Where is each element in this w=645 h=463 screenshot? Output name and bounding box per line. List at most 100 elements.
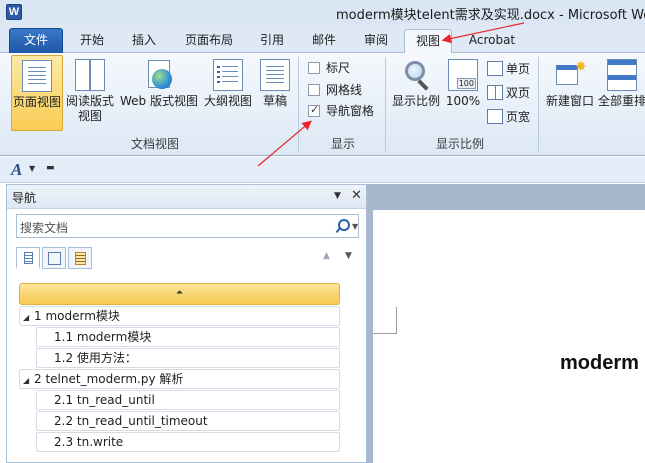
magnifier-icon bbox=[401, 59, 431, 91]
search-input[interactable]: 搜索文档 bbox=[20, 219, 68, 236]
heading-item[interactable]: 2.1 tn_read_until bbox=[36, 390, 340, 410]
heading-item[interactable]: ◢ 2 telnet_moderm.py 解析 bbox=[19, 369, 340, 389]
nav-pane-header: 导航 ▼ ✕ bbox=[7, 185, 366, 209]
title-bar: W moderm模块telent需求及实现.docx - Microsoft W… bbox=[0, 0, 645, 24]
heading-item[interactable]: 1.2 使用方法： bbox=[36, 348, 340, 368]
ribbon-tab-row: 文件 开始 插入 页面布局 引用 邮件 审阅 视图 Acrobat bbox=[0, 24, 645, 54]
web-layout-icon bbox=[144, 59, 174, 91]
zoom-100-button[interactable]: 100 100% bbox=[444, 55, 482, 131]
new-window-icon: ✸ bbox=[555, 59, 587, 91]
tab-references[interactable]: 引用 bbox=[252, 29, 292, 53]
tab-file[interactable]: 文件 bbox=[9, 28, 63, 53]
outline-view-button[interactable]: 大纲视图 bbox=[202, 55, 254, 131]
tab-home[interactable]: 开始 bbox=[72, 29, 112, 53]
draft-view-button[interactable]: 草稿 bbox=[256, 55, 294, 131]
gridlines-check-box[interactable] bbox=[308, 84, 320, 96]
zoom-100-icon: 100 bbox=[448, 59, 478, 91]
chevron-down-icon[interactable]: ▼ bbox=[334, 191, 341, 201]
two-pages-icon bbox=[487, 85, 503, 100]
heading-text: 1.2 使用方法： bbox=[54, 351, 137, 365]
ruler-checkbox[interactable]: 标尺 bbox=[308, 59, 350, 75]
heading-text: 1.1 moderm模块 bbox=[54, 330, 152, 344]
tab-view[interactable]: 视图 bbox=[404, 29, 452, 54]
font-style-icon[interactable]: A bbox=[11, 160, 22, 180]
document-heading[interactable]: moderm bbox=[560, 352, 639, 375]
chevron-down-icon[interactable]: ▼ bbox=[352, 222, 358, 231]
arrange-all-icon bbox=[607, 59, 637, 91]
chevron-down-icon[interactable]: ▼ bbox=[29, 164, 35, 173]
group-separator bbox=[385, 57, 386, 152]
page-width-button[interactable]: 页宽 bbox=[487, 108, 530, 126]
heading-text: 1 moderm模块 bbox=[34, 309, 120, 323]
arrange-all-button[interactable]: 全部重排 bbox=[598, 55, 645, 131]
heading-item[interactable]: 1.1 moderm模块 bbox=[36, 327, 340, 347]
margin-marker bbox=[396, 307, 397, 334]
new-window-button[interactable]: ✸ 新建窗口 bbox=[543, 55, 597, 131]
arrange-all-label: 全部重排 bbox=[598, 94, 645, 108]
outline-view-icon bbox=[213, 59, 243, 91]
word-app-icon[interactable]: W bbox=[6, 4, 22, 20]
heading-item[interactable]: 2.2 tn_read_until_timeout bbox=[36, 411, 340, 431]
two-pages-label: 双页 bbox=[506, 86, 531, 100]
tab-browse-results[interactable] bbox=[68, 247, 92, 269]
outline-view-label: 大纲视图 bbox=[203, 94, 252, 108]
full-screen-reading-button[interactable]: 阅读版式 视图 bbox=[64, 55, 116, 131]
navigation-pane: 导航 ▼ ✕ 搜索文档 ▼ ▲ ▼ ⏶ ◢ 1 moderm模块 1.1 mode… bbox=[6, 184, 367, 463]
expanded-triangle-icon[interactable]: ◢ bbox=[20, 372, 34, 390]
tab-browse-pages[interactable] bbox=[42, 247, 66, 269]
collapse-up-icon: ⏶ bbox=[175, 288, 184, 298]
zoom-button[interactable]: 显示比例 bbox=[390, 55, 442, 131]
web-layout-button[interactable]: Web 版式视图 bbox=[118, 55, 200, 131]
expanded-triangle-icon[interactable]: ◢ bbox=[20, 309, 34, 327]
tab-review[interactable]: 审阅 bbox=[356, 29, 396, 53]
navigation-pane-check-box[interactable] bbox=[308, 103, 320, 117]
search-icon[interactable] bbox=[335, 218, 350, 232]
gridlines-label: 网格线 bbox=[326, 83, 363, 97]
tab-page-layout[interactable]: 页面布局 bbox=[178, 29, 240, 53]
group-label-zoom: 显示比例 bbox=[435, 137, 484, 151]
group-label-show: 显示 bbox=[330, 137, 355, 151]
page-width-label: 页宽 bbox=[506, 110, 531, 124]
new-window-label: 新建窗口 bbox=[545, 94, 594, 108]
heading-text: 2.1 tn_read_until bbox=[54, 393, 155, 407]
group-separator bbox=[538, 57, 539, 152]
navigation-pane-checkbox[interactable]: 导航窗格 bbox=[308, 102, 374, 118]
one-page-icon bbox=[487, 61, 503, 76]
previous-heading-icon[interactable]: ▲ bbox=[323, 251, 330, 261]
reading-view-label: 阅读版式 视图 bbox=[65, 94, 114, 123]
tab-mailings[interactable]: 邮件 bbox=[304, 29, 344, 53]
heading-text: 2 telnet_moderm.py 解析 bbox=[34, 372, 184, 386]
one-page-button[interactable]: 单页 bbox=[487, 60, 530, 78]
nav-search-field[interactable]: 搜索文档 ▼ bbox=[16, 214, 359, 238]
ruler-label: 标尺 bbox=[326, 61, 351, 75]
navigation-pane-label: 导航窗格 bbox=[326, 104, 375, 118]
ribbon-view: 页面视图 阅读版式 视图 Web 版式视图 大纲视图 草稿 文档视图 标尺 网格… bbox=[0, 53, 645, 156]
customize-toolbar-icon[interactable]: ▬ bbox=[46, 163, 55, 173]
two-pages-button[interactable]: 双页 bbox=[487, 84, 530, 102]
heading-text: 2.2 tn_read_until_timeout bbox=[54, 414, 208, 428]
quick-access-toolbar: A ▼ ▬ bbox=[0, 157, 645, 183]
print-layout-button[interactable]: 页面视图 bbox=[11, 55, 63, 131]
ruler-check-box[interactable] bbox=[308, 62, 320, 74]
zoom-label: 显示比例 bbox=[391, 94, 440, 108]
gridlines-checkbox[interactable]: 网格线 bbox=[308, 81, 362, 97]
group-separator bbox=[298, 57, 299, 152]
page-width-icon bbox=[487, 109, 503, 124]
print-layout-label: 页面视图 bbox=[12, 95, 61, 109]
window-title: moderm模块telent需求及实现.docx - Microsoft Wor… bbox=[336, 8, 645, 23]
heading-item[interactable]: 2.3 tn.write bbox=[36, 432, 340, 452]
tab-browse-headings[interactable] bbox=[16, 247, 40, 269]
headings-icon bbox=[24, 252, 33, 264]
heading-item[interactable]: ◢ 1 moderm模块 bbox=[19, 306, 340, 326]
close-icon[interactable]: ✕ bbox=[351, 188, 362, 203]
current-position-bar[interactable]: ⏶ bbox=[19, 283, 340, 305]
next-heading-icon[interactable]: ▼ bbox=[345, 251, 352, 261]
thumbnails-icon bbox=[48, 252, 61, 265]
heading-text: 2.3 tn.write bbox=[54, 435, 124, 449]
draft-view-label: 草稿 bbox=[262, 94, 287, 108]
tab-insert[interactable]: 插入 bbox=[124, 29, 164, 53]
group-label-doc-views: 文档视图 bbox=[130, 137, 179, 151]
tab-acrobat[interactable]: Acrobat bbox=[462, 29, 522, 53]
one-page-label: 单页 bbox=[506, 62, 531, 76]
document-page[interactable] bbox=[373, 210, 645, 463]
